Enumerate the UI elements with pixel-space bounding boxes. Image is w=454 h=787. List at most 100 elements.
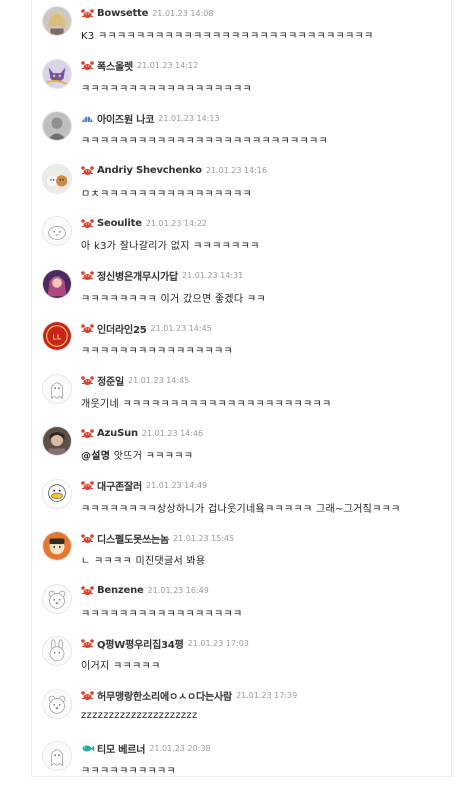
comment-text: ㅁㅊㅋㅋㅋㅋㅋㅋㅋㅋㅋㅋㅋㅋㅋㅋㅋㅋ — [81, 188, 252, 200]
crab-badge-icon — [81, 60, 94, 71]
mention-link[interactable]: @설명 — [81, 451, 110, 462]
comment-body: 앗뜨거 ㅋㅋㅋㅋㅋ — [110, 451, 194, 462]
avatar[interactable] — [42, 583, 72, 614]
comment-date: 21.01.23 14:22 — [145, 218, 208, 228]
comment-text: @설명 앗뜨거 ㅋㅋㅋㅋㅋ — [81, 447, 193, 462]
comment-meta: 정준일 21.01.23 14:45 — [81, 374, 189, 388]
avatar[interactable] — [42, 111, 72, 141]
comment-date: 21.01.23 14:46 — [141, 428, 204, 438]
comment-meta: 대구존잘러 21.01.23 14:49 — [81, 479, 207, 493]
crab-badge-icon — [81, 533, 94, 544]
crab-badge-icon — [81, 8, 94, 19]
comment-meta: 허무맹랑한소리에ㅇㅅㅇ다는사람 21.01.23 17:39 — [81, 689, 297, 703]
nickname[interactable]: 디스펠도못쓰는놈 — [97, 531, 169, 546]
crab-badge-icon — [81, 323, 94, 334]
comment-meta: 정신병은개무시가답 21.01.23 14:31 — [81, 269, 243, 283]
comment-item: 허무맹랑한소리에ㅇㅅㅇ다는사람 21.01.23 17:39 zzzzzzzzzzz… — [42, 685, 451, 739]
crab-badge-icon — [81, 218, 94, 229]
nickname[interactable]: Q평W평우리집34평 — [97, 636, 184, 651]
comment-item: LL 인더라인25 21.01.23 14:45 ㅋㅋㅋㅋㅋㅋㅋㅋㅋㅋㅋㅋㅋㅋㅋㅋ — [42, 317, 451, 371]
comment-date: 21.01.23 16:49 — [147, 586, 209, 595]
comment-text: 아 k3가 잘나갈리가 없지 ㅋㅋㅋㅋㅋㅋㅋ — [81, 241, 260, 252]
avatar[interactable] — [42, 636, 72, 666]
comment-date: 21.01.23 14:12 — [137, 61, 199, 70]
nickname[interactable]: Bowsette — [97, 8, 148, 19]
comment-date: 21.01.23 14:08 — [152, 8, 214, 18]
crab-badge-icon — [81, 585, 94, 596]
crab-badge-icon — [81, 690, 94, 701]
comment-date: 21.01.23 14:16 — [205, 166, 268, 175]
crab-badge-icon — [81, 270, 94, 281]
comment-item: Q평W평우리집34평 21.01.23 17:03 이거지 ㅋㅋㅋㅋㅋ — [42, 632, 451, 686]
nickname[interactable]: 인더라인25 — [97, 321, 147, 336]
avatar[interactable] — [42, 531, 72, 561]
comment-date: 21.01.23 17:03 — [187, 638, 249, 648]
comment-item: 정준일 21.01.23 14:45 개웃기네 ㅋㅋㅋㅋㅋㅋㅋㅋㅋㅋㅋㅋㅋㅋㅋㅋㅋㅋ… — [42, 370, 451, 424]
comment-item: 정신병은개무시가답 21.01.23 14:31 ㅋㅋㅋㅋㅋㅋㅋㅋ 이거 갔으면 좋… — [42, 265, 451, 319]
comment-meta: 폭스올렛 21.01.23 14:12 — [81, 59, 198, 73]
comment-item: 대구존잘러 21.01.23 14:49 ㅋㅋㅋㅋㅋㅋㅋㅋ상상하니가 겁나웃기네욬ㅋ… — [42, 475, 451, 529]
avatar[interactable] — [42, 268, 72, 299]
avatar[interactable] — [42, 163, 72, 194]
comment-meta: Bowsette 21.01.23 14:08 — [81, 6, 213, 20]
crab-badge-icon — [81, 638, 94, 649]
comment-date: 21.01.23 14:49 — [146, 481, 208, 490]
comment-text: ㅋㅋㅋㅋㅋㅋㅋㅋㅋㅋㅋㅋㅋㅋㅋㅋ — [81, 346, 233, 357]
comment-item: 아이즈원 나코 21.01.23 14:13 ㅋㅋㅋㅋㅋㅋㅋㅋㅋㅋㅋㅋㅋㅋㅋㅋㅋㅋㅋ… — [42, 107, 451, 161]
nickname[interactable]: 정신병은개무시가답 — [97, 268, 178, 283]
comment-text: K3 ㅋㅋㅋㅋㅋㅋㅋㅋㅋㅋㅋㅋㅋㅋㅋㅋㅋㅋㅋㅋㅋㅋㅋㅋㅋㅋㅋㅋㅋ — [81, 31, 374, 42]
comment-text: ㄴ ㅋㅋㅋㅋ 미친댓글서 봐용 — [81, 556, 206, 567]
comment-text: ㅋㅋㅋㅋㅋㅋㅋㅋ상상하니가 겁나웃기네욬ㅋㅋㅋㅋㅋ 그래~그거짘ㅋㅋㅋ — [81, 503, 401, 515]
comment-date: 21.01.23 15:45 — [173, 533, 235, 543]
avatar[interactable] — [42, 688, 72, 719]
comment-list: Bowsette 21.01.23 14:08 K3 ㅋㅋㅋㅋㅋㅋㅋㅋㅋㅋㅋㅋㅋㅋㅋ… — [31, 0, 452, 777]
comment-item: Bowsette 21.01.23 14:08 K3 ㅋㅋㅋㅋㅋㅋㅋㅋㅋㅋㅋㅋㅋㅋㅋ… — [42, 2, 451, 56]
comment-meta: Benzene 21.01.23 16:49 — [81, 584, 209, 598]
avatar[interactable] — [42, 741, 72, 771]
comment-meta: 티모 베르너 21.01.23 20:38 — [81, 741, 211, 756]
crab-badge-icon — [81, 480, 94, 491]
nickname[interactable]: Seoulite — [97, 218, 142, 229]
comment-item: 티모 베르너 21.01.23 20:38 ㅋㅋㅋㅋㅋㅋㅋㅋㅋㅋ — [42, 737, 451, 776]
comment-meta: Q평W평우리집34평 21.01.23 17:03 — [81, 636, 249, 651]
comment-item: Seoulite 21.01.23 14:22 아 k3가 잘나갈리가 없지 ㅋㅋㅋ… — [42, 212, 451, 266]
avatar[interactable] — [42, 426, 72, 456]
avatar[interactable] — [42, 373, 72, 404]
comment-item: AzuSun 21.01.23 14:46 @설명 앗뜨거 ㅋㅋㅋㅋㅋ — [42, 422, 451, 476]
nickname[interactable]: Andriy Shevchenko — [97, 165, 202, 176]
comment-item: 디스펠도못쓰는놈 21.01.23 15:45 ㄴ ㅋㅋㅋㅋ 미친댓글서 봐용 — [42, 527, 451, 581]
comment-item: Andriy Shevchenko 21.01.23 14:16 ㅁㅊㅋㅋㅋㅋㅋㅋㅋ… — [42, 160, 451, 214]
comment-text: ㅋㅋㅋㅋㅋㅋㅋㅋㅋㅋㅋㅋㅋㅋㅋㅋㅋㅋ — [81, 83, 252, 95]
comment-date: 21.01.23 17:39 — [236, 691, 298, 700]
nickname[interactable]: 티모 베르너 — [97, 741, 145, 756]
comment-date: 21.01.23 20:38 — [149, 743, 211, 753]
comment-date: 21.01.23 14:45 — [150, 323, 212, 333]
avatar[interactable] — [42, 478, 72, 509]
comment-date: 21.01.23 14:45 — [128, 376, 190, 385]
comment-text: zzzzzzzzzzzzzzzzzzzzz — [81, 709, 198, 721]
comment-item: 폭스올렛 21.01.23 14:12 ㅋㅋㅋㅋㅋㅋㅋㅋㅋㅋㅋㅋㅋㅋㅋㅋㅋㅋ — [42, 55, 451, 109]
comment-item: Benzene 21.01.23 16:49 ㅋㅋㅋㅋㅋㅋㅋㅋㅋㅋㅋㅋㅋㅋㅋㅋㅋ — [42, 580, 451, 634]
comment-text: 이거지 ㅋㅋㅋㅋㅋ — [81, 661, 161, 672]
comment-meta: AzuSun 21.01.23 14:46 — [81, 426, 203, 440]
nickname[interactable]: 아이즈원 나코 — [97, 111, 154, 126]
nickname[interactable]: 대구존잘러 — [97, 478, 142, 493]
comment-text: 개웃기네 ㅋㅋㅋㅋㅋㅋㅋㅋㅋㅋㅋㅋㅋㅋㅋㅋㅋㅋㅋㅋㅋㅋ — [81, 398, 332, 410]
avatar[interactable] — [42, 6, 72, 36]
svg-text:LL: LL — [52, 332, 62, 341]
comment-date: 21.01.23 14:13 — [158, 113, 220, 123]
nickname[interactable]: 허무맹랑한소리에ㅇㅅㅇ다는사람 — [97, 688, 232, 703]
comment-meta: 인더라인25 21.01.23 14:45 — [81, 321, 212, 336]
crab-badge-icon — [81, 428, 94, 439]
nickname[interactable]: 폭스올렛 — [97, 58, 133, 73]
avatar[interactable] — [42, 216, 72, 246]
comment-meta: Seoulite 21.01.23 14:22 — [81, 216, 207, 230]
nickname[interactable]: 정준일 — [97, 373, 124, 388]
avatar[interactable]: LL — [42, 321, 72, 351]
shell-badge-icon — [81, 113, 94, 124]
nickname[interactable]: AzuSun — [97, 428, 138, 439]
nickname[interactable]: Benzene — [97, 585, 144, 596]
avatar[interactable] — [42, 58, 72, 89]
comment-meta: 디스펠도못쓰는놈 21.01.23 15:45 — [81, 531, 235, 546]
comment-text: ㅋㅋㅋㅋㅋㅋㅋㅋㅋㅋㅋㅋㅋㅋㅋㅋㅋㅋㅋㅋㅋㅋㅋㅋㅋㅋ — [81, 136, 328, 147]
